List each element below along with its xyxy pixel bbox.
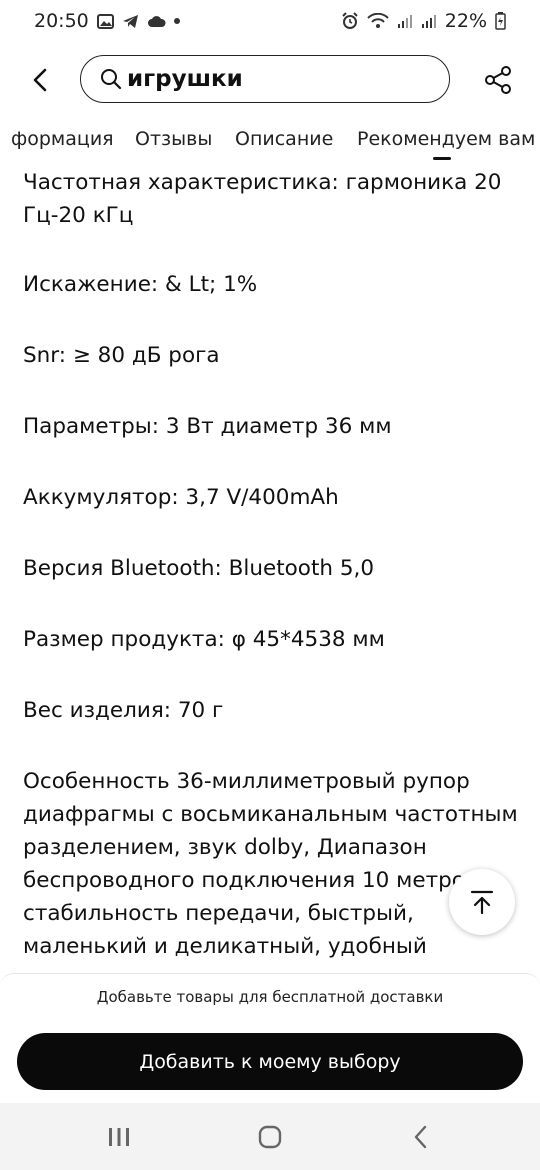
- battery-percent: 22%: [444, 10, 487, 32]
- alarm-icon: [342, 12, 358, 29]
- spec-distortion: Искажение: & Lt; 1%: [23, 272, 258, 297]
- recent-apps-button[interactable]: [99, 1121, 139, 1153]
- spec-frequency: Частотная характеристика: гармоника 20 Г…: [23, 170, 502, 228]
- home-button[interactable]: [250, 1121, 290, 1153]
- share-icon: [485, 66, 511, 94]
- battery-icon: [495, 12, 506, 30]
- bottom-panel: Добавьте товары для бесплатной доставки …: [0, 973, 540, 1103]
- add-to-selection-button[interactable]: Добавить к моему выбору: [17, 1033, 523, 1090]
- tab-reviews[interactable]: Отзывы: [135, 128, 212, 150]
- tab-information[interactable]: формация: [11, 128, 114, 150]
- product-tabs: формация Отзывы Описание Рекомендуем вам: [0, 122, 540, 162]
- back-button[interactable]: [22, 58, 58, 102]
- search-header: [0, 52, 540, 108]
- search-icon: [101, 69, 122, 90]
- chevron-left-icon: [33, 68, 47, 92]
- free-delivery-text: Добавьте товары для бесплатной доставки: [96, 988, 444, 1006]
- spec-size: Размер продукта: φ 45*4538 мм: [23, 627, 385, 652]
- home-icon: [258, 1125, 282, 1149]
- back-nav-icon: [414, 1125, 427, 1149]
- tab-active-indicator: [433, 157, 451, 160]
- scroll-to-top-button[interactable]: [449, 869, 515, 935]
- search-input[interactable]: [127, 66, 427, 92]
- dot-icon: [173, 18, 180, 24]
- status-bar: 20:50 22%: [0, 0, 540, 42]
- wifi-icon: [367, 13, 389, 28]
- spec-feature: Особенность 36-миллиметровый рупор диафр…: [23, 769, 518, 959]
- back-nav-button[interactable]: [401, 1121, 441, 1153]
- search-box[interactable]: [80, 55, 450, 103]
- signal-icon: [421, 15, 436, 28]
- tab-recommended[interactable]: Рекомендуем вам: [357, 128, 535, 150]
- arrow-up-icon: [470, 890, 494, 915]
- spec-weight: Вес изделия: 70 г: [23, 698, 224, 723]
- signal-icon: [397, 15, 412, 28]
- spec-snr: Snr: ≥ 80 дБ рога: [23, 343, 220, 368]
- status-time: 20:50: [34, 10, 89, 32]
- tab-description[interactable]: Описание: [235, 128, 333, 150]
- gallery-icon: [96, 13, 114, 29]
- recent-apps-icon: [109, 1128, 129, 1146]
- description-content: Частотная характеристика: гармоника 20 Г…: [0, 162, 540, 972]
- spec-parameters: Параметры: 3 Вт диаметр 36 мм: [23, 414, 392, 439]
- spec-bluetooth: Версия Bluetooth: Bluetooth 5,0: [23, 556, 375, 581]
- cloud-icon: [147, 15, 166, 27]
- telegram-icon: [122, 14, 138, 28]
- spec-battery: Аккумулятор: 3,7 V/400mAh: [23, 485, 339, 510]
- system-nav-bar: [0, 1103, 540, 1170]
- share-button[interactable]: [478, 60, 518, 100]
